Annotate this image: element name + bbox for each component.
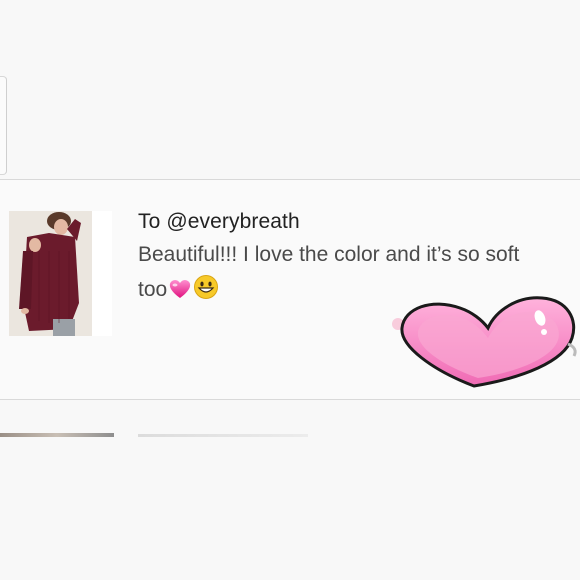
review-recipient[interactable]: To @everybreath	[138, 210, 300, 234]
partial-card-edge	[0, 76, 7, 175]
divider-bottom	[0, 399, 580, 400]
review-text-line-1: Beautiful!!! I love the color and it’s s…	[138, 243, 520, 266]
grinning-face-emoji	[193, 274, 219, 306]
sweater-photo-icon	[9, 211, 92, 336]
pink-heart-sparkle-emoji	[167, 278, 193, 306]
review-text-line-2: too	[138, 274, 219, 306]
product-thumbnail[interactable]	[9, 211, 112, 336]
review-text-end: too	[138, 278, 168, 301]
bottom-area	[0, 437, 580, 580]
screen: To @everybreath Beautiful!!! I love the …	[0, 0, 580, 580]
pink-heart-sticker-icon[interactable]	[392, 290, 580, 394]
